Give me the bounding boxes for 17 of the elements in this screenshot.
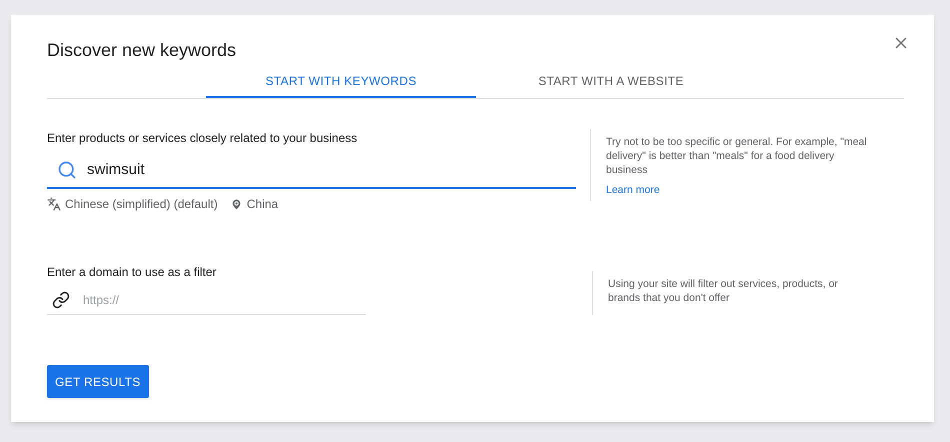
location-pin-icon [230,198,243,210]
language-setting[interactable]: Chinese (simplified) (default) [65,195,218,213]
search-icon [57,160,77,180]
hint-text: Using your site will filter out services, products, or brands that you don't offer [608,277,839,305]
field-label: Enter a domain to use as a filter [47,264,218,281]
location-setting[interactable]: China [246,195,278,213]
dialog-title: Discover new keywords [47,39,238,61]
tab[interactable]: START WITH KEYWORDS [206,65,476,98]
keyword-input-field[interactable]: swimsuit [47,153,576,189]
domain-input-field[interactable]: https:// [47,285,366,315]
field-label: Enter products or services closely related to your business [47,130,358,147]
link-icon [52,291,70,309]
translate-icon [47,197,61,211]
get-results-button[interactable]: GET RESULTS [47,365,149,398]
hint-text: Try not to be too specific or general. For example, "meal delivery" is better than "meals" for a food delivery business [606,135,868,177]
learn-more-link[interactable]: Learn more [606,183,660,199]
tab[interactable]: START WITH A WEBSITE [476,65,746,98]
